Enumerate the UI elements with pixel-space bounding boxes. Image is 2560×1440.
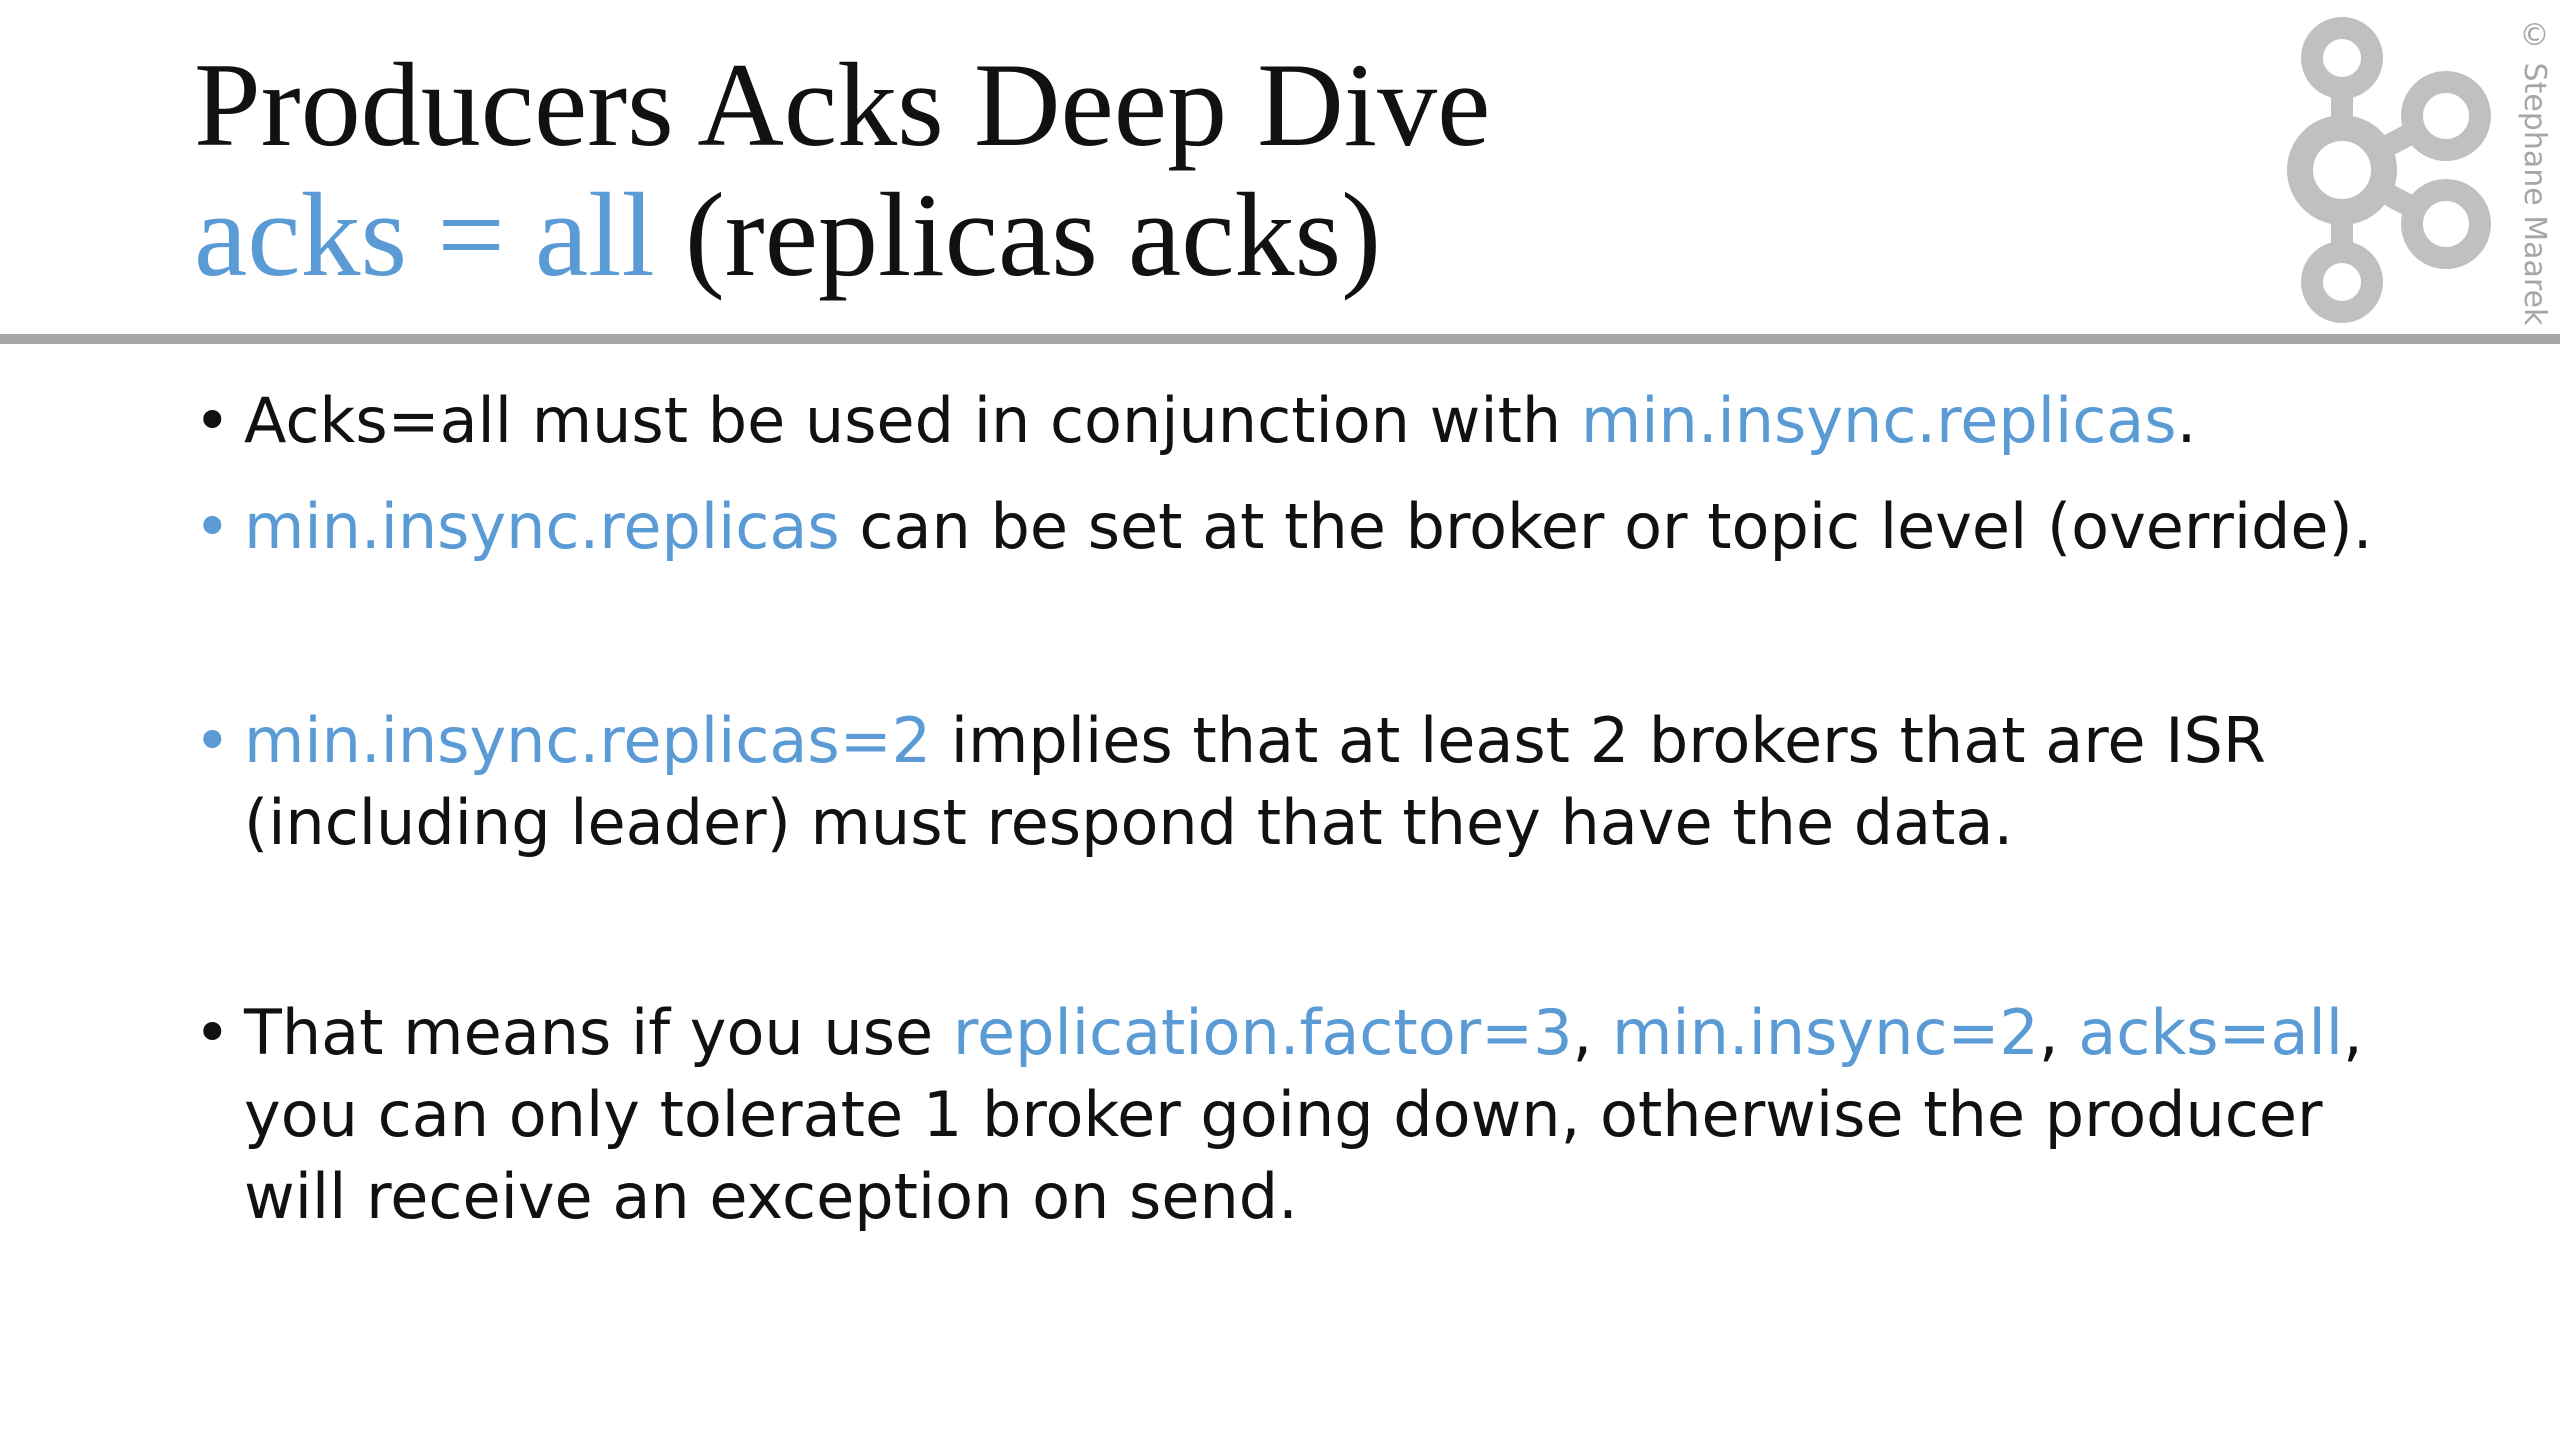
bullet-highlight: replication.factor=3 bbox=[952, 996, 1573, 1069]
bullet-text: . bbox=[2176, 384, 2197, 457]
copyright-watermark: © Stephane Maarek bbox=[2517, 18, 2552, 326]
bullet-dot: • bbox=[194, 996, 231, 1069]
bullet-highlight: min.insync.replicas=2 bbox=[244, 704, 932, 777]
slide: Producers Acks Deep Dive acks = all (rep… bbox=[0, 0, 2560, 1440]
bullet-text: Acks=all must be used in conjunction wit… bbox=[244, 384, 1581, 457]
title-line-2: acks = all (replicas acks) bbox=[194, 170, 2194, 300]
bullet-item: • That means if you use replication.fact… bbox=[194, 992, 2374, 1238]
slide-title: Producers Acks Deep Dive acks = all (rep… bbox=[194, 40, 2194, 300]
bullet-item: • min.insync.replicas=2 implies that at … bbox=[194, 700, 2374, 864]
bullet-highlight: min.insync=2 bbox=[1611, 996, 2039, 1069]
bullet-dot: • bbox=[194, 384, 231, 457]
bullet-highlight: acks=all bbox=[2078, 996, 2343, 1069]
bullet-highlight: min.insync.replicas bbox=[1580, 384, 2177, 457]
bullet-text: , bbox=[1572, 996, 1612, 1069]
bullet-dot: • bbox=[194, 490, 231, 563]
bullet-list: • Acks=all must be used in conjunction w… bbox=[194, 380, 2374, 1238]
title-line-1: Producers Acks Deep Dive bbox=[194, 38, 1491, 171]
title-accent: acks = all bbox=[194, 168, 655, 301]
title-rest: (replicas acks) bbox=[654, 168, 1382, 301]
bullet-item: • min.insync.replicas can be set at the … bbox=[194, 486, 2374, 568]
bullet-item: • Acks=all must be used in conjunction w… bbox=[194, 380, 2374, 462]
title-divider bbox=[0, 334, 2560, 344]
bullet-highlight: min.insync.replicas bbox=[244, 490, 840, 563]
bullet-text: can be set at the broker or topic level … bbox=[839, 490, 2373, 563]
bullet-dot: • bbox=[194, 704, 231, 777]
kafka-logo-icon bbox=[2287, 17, 2491, 323]
bullet-text: That means if you use bbox=[244, 996, 953, 1069]
bullet-text: , bbox=[2038, 996, 2079, 1069]
